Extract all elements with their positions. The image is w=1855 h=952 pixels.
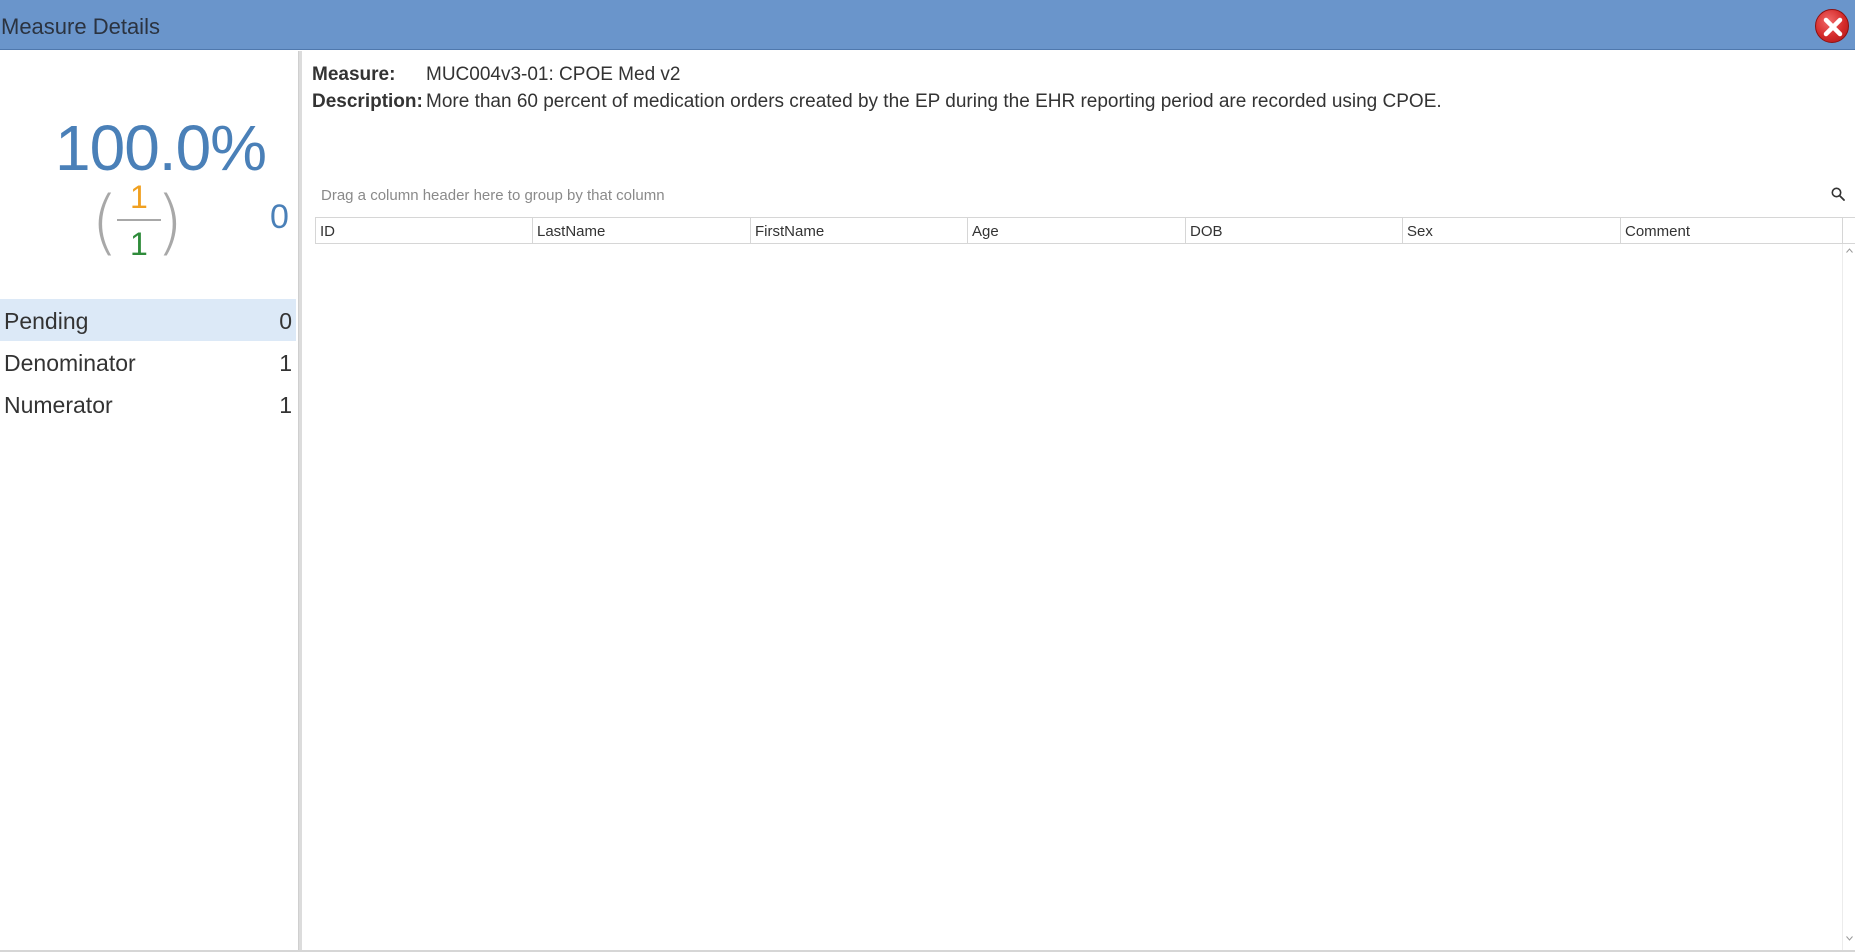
column-header-dob[interactable]: DOB: [1185, 218, 1402, 243]
title-bar: Measure Details: [0, 0, 1855, 50]
column-header-label: Age: [972, 223, 999, 240]
column-header-label: FirstName: [755, 223, 825, 240]
list-item-label: Pending: [4, 308, 89, 334]
scroll-down-icon[interactable]: [1846, 936, 1853, 941]
fraction-bar: [117, 219, 161, 221]
search-button[interactable]: [1831, 187, 1845, 206]
close-button[interactable]: [1815, 9, 1849, 43]
list-item-pending[interactable]: Pending 0: [0, 299, 296, 341]
list-item-label: Numerator: [4, 392, 113, 418]
measure-value: MUC004v3-01: CPOE Med v2: [426, 64, 681, 85]
column-header-age[interactable]: Age: [967, 218, 1185, 243]
list-item-numerator[interactable]: Numerator 1: [0, 383, 296, 425]
grid-body[interactable]: [302, 244, 1842, 950]
list-item-denominator[interactable]: Denominator 1: [0, 341, 296, 383]
search-icon: [1831, 187, 1845, 201]
list-item-label: Denominator: [4, 350, 136, 376]
vertical-scrollbar[interactable]: [1842, 244, 1855, 950]
column-header-label: Comment: [1625, 223, 1691, 240]
detail-panel: Measure: MUC004v3-01: CPOE Med v2 Descri…: [302, 51, 1855, 951]
measure-label: Measure:: [312, 64, 396, 85]
column-header-id[interactable]: ID: [315, 218, 532, 243]
grid-header-corner: [1842, 217, 1855, 244]
column-header-label: ID: [320, 223, 335, 240]
column-header-comment[interactable]: Comment: [1620, 218, 1842, 243]
fraction-denominator: 1: [130, 226, 148, 262]
list-item-count: 1: [279, 392, 292, 418]
fraction-numerator: 1: [130, 179, 148, 215]
window-title: Measure Details: [1, 14, 160, 39]
column-header-lastname[interactable]: LastName: [532, 218, 750, 243]
summary-panel: 100.0% ( 1 1 ) 0 Pending 0 Denominator 1…: [0, 51, 298, 951]
description-value: More than 60 percent of medication order…: [426, 91, 1442, 112]
close-icon: [1823, 17, 1843, 37]
column-header-label: DOB: [1190, 223, 1223, 240]
scroll-up-icon[interactable]: [1846, 248, 1853, 253]
column-header-sex[interactable]: Sex: [1402, 218, 1620, 243]
group-by-hint: Drag a column header here to group by th…: [321, 187, 665, 204]
performance-rate: 100.0%: [55, 112, 267, 184]
column-header-label: Sex: [1407, 223, 1433, 240]
list-item-count: 1: [279, 350, 292, 376]
pending-count: 0: [270, 198, 289, 236]
category-list: Pending 0 Denominator 1 Numerator 1: [0, 299, 298, 425]
list-item-count: 0: [279, 308, 292, 334]
grid-header: ID LastName FirstName Age DOB Sex Commen…: [315, 217, 1842, 244]
description-label: Description:: [312, 91, 423, 112]
fraction-close-paren: ): [156, 181, 184, 263]
group-by-panel[interactable]: Drag a column header here to group by th…: [302, 131, 1855, 217]
column-header-label: LastName: [537, 223, 606, 240]
fraction-open-paren: (: [91, 181, 119, 263]
column-header-firstname[interactable]: FirstName: [750, 218, 967, 243]
